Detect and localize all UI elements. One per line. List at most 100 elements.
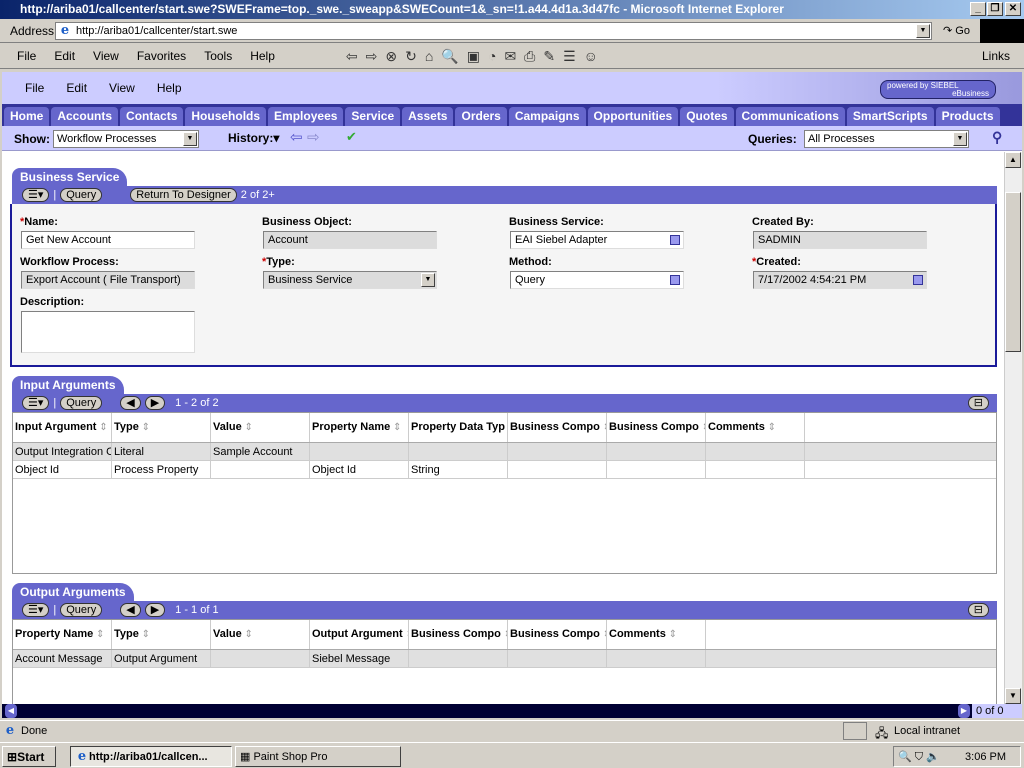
favorites-icon[interactable]: ▣ [467, 48, 488, 64]
checkmark-icon[interactable]: ✔ [346, 129, 357, 145]
scroll-right-button[interactable]: ▶ [958, 704, 970, 718]
column-header[interactable]: Property Name ⇕ [310, 413, 409, 442]
query-button[interactable]: Query [60, 396, 103, 410]
table-cell[interactable] [409, 650, 508, 667]
table-cell[interactable]: Siebel Message [310, 650, 409, 667]
column-header[interactable]: Value ⇕ [211, 413, 310, 442]
table-row[interactable]: Account Message Output Argument Siebel Mes… [13, 650, 996, 668]
table-cell[interactable] [508, 461, 607, 478]
table-cell[interactable] [607, 443, 706, 460]
tab-campaigns[interactable]: Campaigns [508, 107, 586, 126]
description-field[interactable] [21, 311, 195, 353]
tab-households[interactable]: Households [185, 107, 267, 126]
workflow-process-field[interactable]: Export Account ( File Transport) [21, 271, 195, 289]
column-header[interactable]: Business Compo ⇕ [607, 413, 706, 442]
app-menu-file[interactable]: File [14, 81, 55, 95]
applet-menu-button[interactable]: ☰▾ [22, 396, 50, 410]
ie-menu-help[interactable]: Help [241, 49, 284, 63]
sort-icon[interactable]: ⇕ [242, 629, 253, 640]
method-field[interactable]: Query [510, 271, 684, 289]
binoculars-icon[interactable]: ⚲ [992, 129, 1002, 146]
edit-icon[interactable]: ✎ [543, 48, 563, 64]
home-icon[interactable]: ⌂ [425, 48, 441, 64]
column-header[interactable]: Output Argument ⇕ [310, 620, 409, 649]
history-button[interactable]: History:▾ [228, 131, 279, 145]
table-cell[interactable]: Literal [112, 443, 211, 460]
taskbar-ie-button[interactable]: e http://ariba01/callcen... [70, 746, 232, 767]
taskbar-paintshop-button[interactable]: ▦ Paint Shop Pro [235, 746, 401, 767]
chevron-down-icon[interactable]: ▼ [421, 273, 435, 287]
tab-communications[interactable]: Communications [735, 107, 845, 126]
column-header[interactable]: Type ⇕ [112, 413, 211, 442]
applet-menu-button[interactable]: ☰▾ [22, 603, 50, 617]
sort-icon[interactable]: ⇕ [139, 629, 150, 640]
sort-icon[interactable]: ⇕ [96, 422, 107, 433]
vertical-scrollbar[interactable]: ▲ ▼ [1004, 152, 1022, 704]
prev-record-button[interactable]: ◀ [120, 603, 141, 617]
horizontal-scrollbar[interactable]: ◀ ▶ 0 of 0 [2, 704, 1022, 718]
type-select[interactable]: Business Service ▼ [263, 271, 437, 289]
minimize-button[interactable]: _ [970, 2, 986, 16]
expand-icon[interactable]: ⊟ [967, 603, 989, 617]
app-menu-edit[interactable]: Edit [55, 81, 98, 95]
table-cell[interactable]: Output Argument [112, 650, 211, 667]
tab-home[interactable]: Home [4, 107, 50, 126]
chevron-down-icon[interactable]: ▼ [916, 24, 930, 38]
business-service-field[interactable]: EAI Siebel Adapter [510, 231, 684, 249]
table-cell[interactable] [706, 461, 805, 478]
app-menu-view[interactable]: View [98, 81, 146, 95]
table-cell[interactable] [607, 650, 706, 667]
pick-icon[interactable] [670, 235, 680, 245]
sort-icon[interactable]: ⇕ [93, 629, 104, 640]
column-header[interactable]: Business Compo ⇕ [409, 620, 508, 649]
table-cell[interactable] [310, 443, 409, 460]
sort-icon[interactable]: ⇕ [390, 422, 401, 433]
next-record-button[interactable]: ▶ [144, 603, 166, 617]
tab-quotes[interactable]: Quotes [680, 107, 734, 126]
query-button[interactable]: Query [60, 188, 103, 202]
app-menu-help[interactable]: Help [146, 81, 193, 95]
print-icon[interactable]: ⎙ [524, 48, 543, 64]
column-header[interactable]: Business Compo ⇕ [508, 413, 607, 442]
table-cell[interactable] [508, 443, 607, 460]
table-cell[interactable] [211, 461, 310, 478]
close-button[interactable]: ✕ [1005, 2, 1021, 16]
scroll-left-button[interactable]: ◀ [5, 704, 17, 718]
discuss-icon[interactable]: ☰ [563, 48, 584, 64]
start-button[interactable]: ⊞Start [2, 746, 56, 767]
tab-assets[interactable]: Assets [402, 107, 454, 126]
address-input[interactable]: http://ariba01/callcenter/start.swe ▼ [55, 22, 932, 40]
pick-icon[interactable] [670, 275, 680, 285]
sort-icon[interactable]: ⇕ [242, 422, 253, 433]
scroll-up-button[interactable]: ▲ [1005, 152, 1021, 168]
column-header[interactable]: Property Data Typ ⇕ [409, 413, 508, 442]
mail-icon[interactable]: ✉ [504, 48, 524, 64]
tab-products[interactable]: Products [935, 107, 1000, 126]
column-header[interactable]: Value ⇕ [211, 620, 310, 649]
links-button[interactable]: Links [982, 49, 1010, 63]
table-cell[interactable] [409, 443, 508, 460]
table-row[interactable]: Output Integration O Literal Sample Accoun… [13, 443, 996, 461]
applet-menu-button[interactable]: ☰▾ [22, 188, 50, 202]
column-header[interactable]: Comments ⇕ [706, 413, 805, 442]
sort-icon[interactable]: ⇕ [666, 629, 677, 640]
scroll-thumb[interactable] [1005, 192, 1021, 352]
search-icon[interactable]: 🔍 [441, 48, 466, 64]
table-cell[interactable]: Object Id [13, 461, 112, 478]
ie-menu-file[interactable]: File [8, 49, 45, 63]
forward-arrow-icon[interactable]: ⇨ [307, 128, 320, 146]
ie-menu-view[interactable]: View [84, 49, 128, 63]
go-button[interactable]: ↷ Go [943, 24, 970, 37]
tab-service[interactable]: Service [345, 107, 401, 126]
restore-button[interactable]: ❐ [987, 2, 1003, 16]
chevron-down-icon[interactable]: ▼ [183, 132, 197, 146]
column-header[interactable]: Input Argument ⇕ [13, 413, 112, 442]
table-cell[interactable] [211, 650, 310, 667]
table-cell[interactable] [508, 650, 607, 667]
name-field[interactable]: Get New Account [21, 231, 195, 249]
calendar-icon[interactable] [913, 275, 923, 285]
table-cell[interactable] [706, 443, 805, 460]
forward-icon[interactable]: ⇨ [366, 48, 386, 64]
tab-employees[interactable]: Employees [268, 107, 344, 126]
sort-icon[interactable]: ⇕ [600, 422, 606, 433]
